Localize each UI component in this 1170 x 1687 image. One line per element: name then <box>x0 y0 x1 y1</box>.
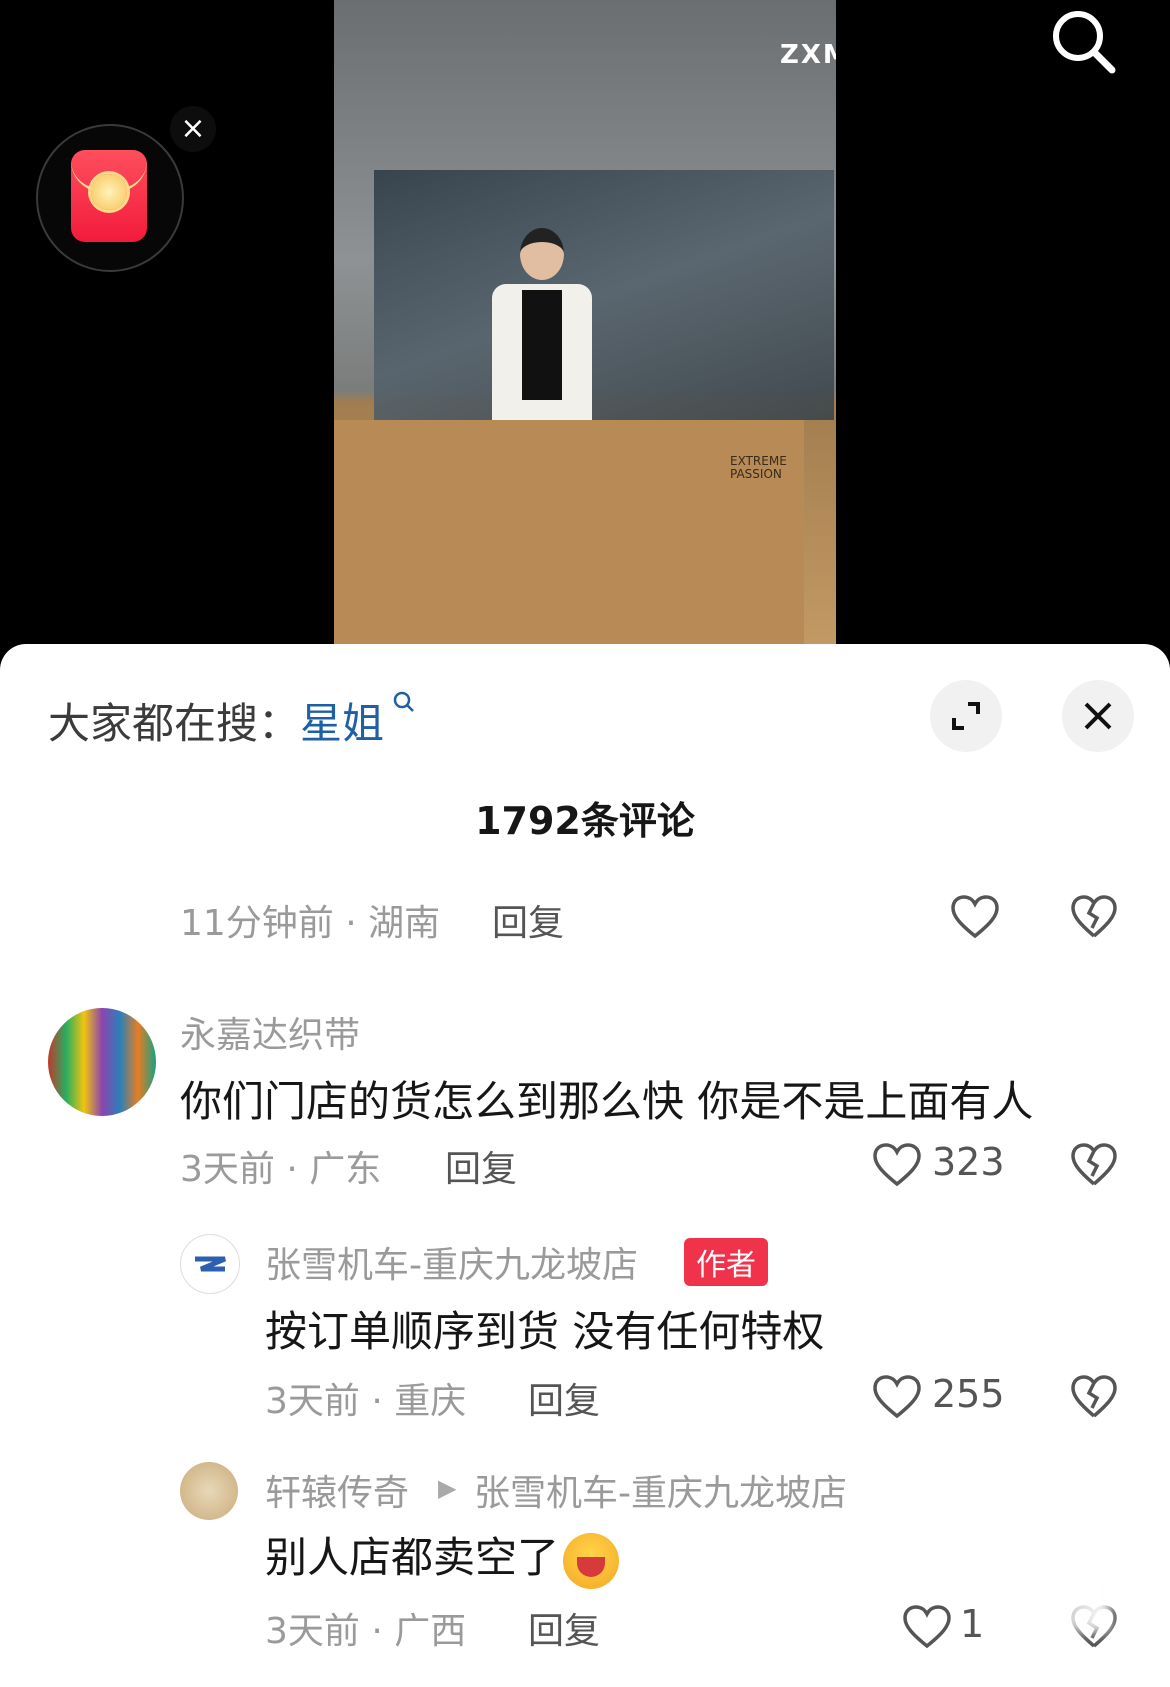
dislike-icon[interactable] <box>1070 1374 1118 1420</box>
reply-button[interactable]: 回复 <box>528 1602 600 1654</box>
close-icon <box>1084 702 1112 730</box>
reply-button[interactable]: 回复 <box>528 1372 600 1424</box>
comment-text: 你们门店的货怎么到那么快 你是不是上面有人 <box>180 1077 1034 1126</box>
like-icon[interactable] <box>872 1374 922 1420</box>
commenter-name[interactable]: 永嘉达织带 <box>180 1006 360 1058</box>
like-count: 323 <box>932 1140 1005 1184</box>
laughing-crying-emoji-icon <box>563 1532 620 1589</box>
red-envelope-icon <box>71 150 147 242</box>
expand-icon <box>952 702 980 730</box>
avatar[interactable] <box>180 1234 240 1294</box>
video-player[interactable]: ZXM EXTREME PASSION × <box>0 0 1170 650</box>
commenter-name[interactable]: 轩辕传奇 <box>265 1464 409 1516</box>
reply-arrow-icon: ▶ <box>438 1474 457 1502</box>
red-packet-button[interactable] <box>36 124 184 272</box>
comment-text: 按订单顺序到货 没有任何特权 <box>265 1307 825 1356</box>
comment-meta: 3天前 · 广西 <box>265 1611 467 1652</box>
like-icon[interactable] <box>950 894 1000 940</box>
reply-button[interactable]: 回复 <box>445 1140 517 1192</box>
commenter-name[interactable]: 张雪机车-重庆九龙坡店 <box>265 1236 638 1288</box>
reply-button[interactable]: 回复 <box>492 894 564 946</box>
close-red-packet-icon[interactable]: × <box>170 106 216 152</box>
like-icon[interactable] <box>872 1142 922 1188</box>
comment-meta: 3天前 · 广东 <box>180 1149 382 1190</box>
author-badge: 作者 <box>684 1238 768 1286</box>
comment-count: 1792条评论 <box>475 799 695 843</box>
avatar[interactable] <box>180 1462 238 1520</box>
dislike-icon[interactable] <box>1070 894 1118 940</box>
storefront-glass <box>374 170 834 420</box>
magnifier-icon <box>384 691 416 720</box>
comment-meta: 3天前 · 重庆 <box>265 1381 467 1422</box>
box-label: EXTREME PASSION <box>730 454 787 481</box>
expand-button[interactable] <box>930 680 1002 752</box>
comment-meta: 11分钟前 · 湖南 <box>180 903 441 944</box>
hot-search-bar[interactable]: 大家都在搜：星姐 <box>48 690 416 751</box>
like-icon[interactable] <box>902 1604 952 1650</box>
like-count: 1 <box>960 1602 985 1646</box>
like-count: 255 <box>932 1372 1005 1416</box>
watermark-blur <box>990 1572 1110 1632</box>
close-comments-button[interactable] <box>1062 680 1134 752</box>
comment-text: 别人店都卖空了 <box>265 1524 620 1589</box>
comment-sheet: 大家都在搜：星姐 1792条评论 11分钟前 · 湖南 回复 永嘉达织带 你们门… <box>0 644 1170 1687</box>
hot-search-prefix: 大家都在搜： <box>48 699 301 748</box>
avatar[interactable] <box>48 1008 156 1116</box>
store-sign: ZXM <box>780 40 836 70</box>
video-frame: ZXM EXTREME PASSION <box>334 0 836 650</box>
hot-search-keyword[interactable]: 星姐 <box>300 699 384 748</box>
reply-to-name[interactable]: 张雪机车-重庆九龙坡店 <box>474 1464 847 1516</box>
search-icon[interactable] <box>1048 6 1120 78</box>
dislike-icon[interactable] <box>1070 1142 1118 1188</box>
